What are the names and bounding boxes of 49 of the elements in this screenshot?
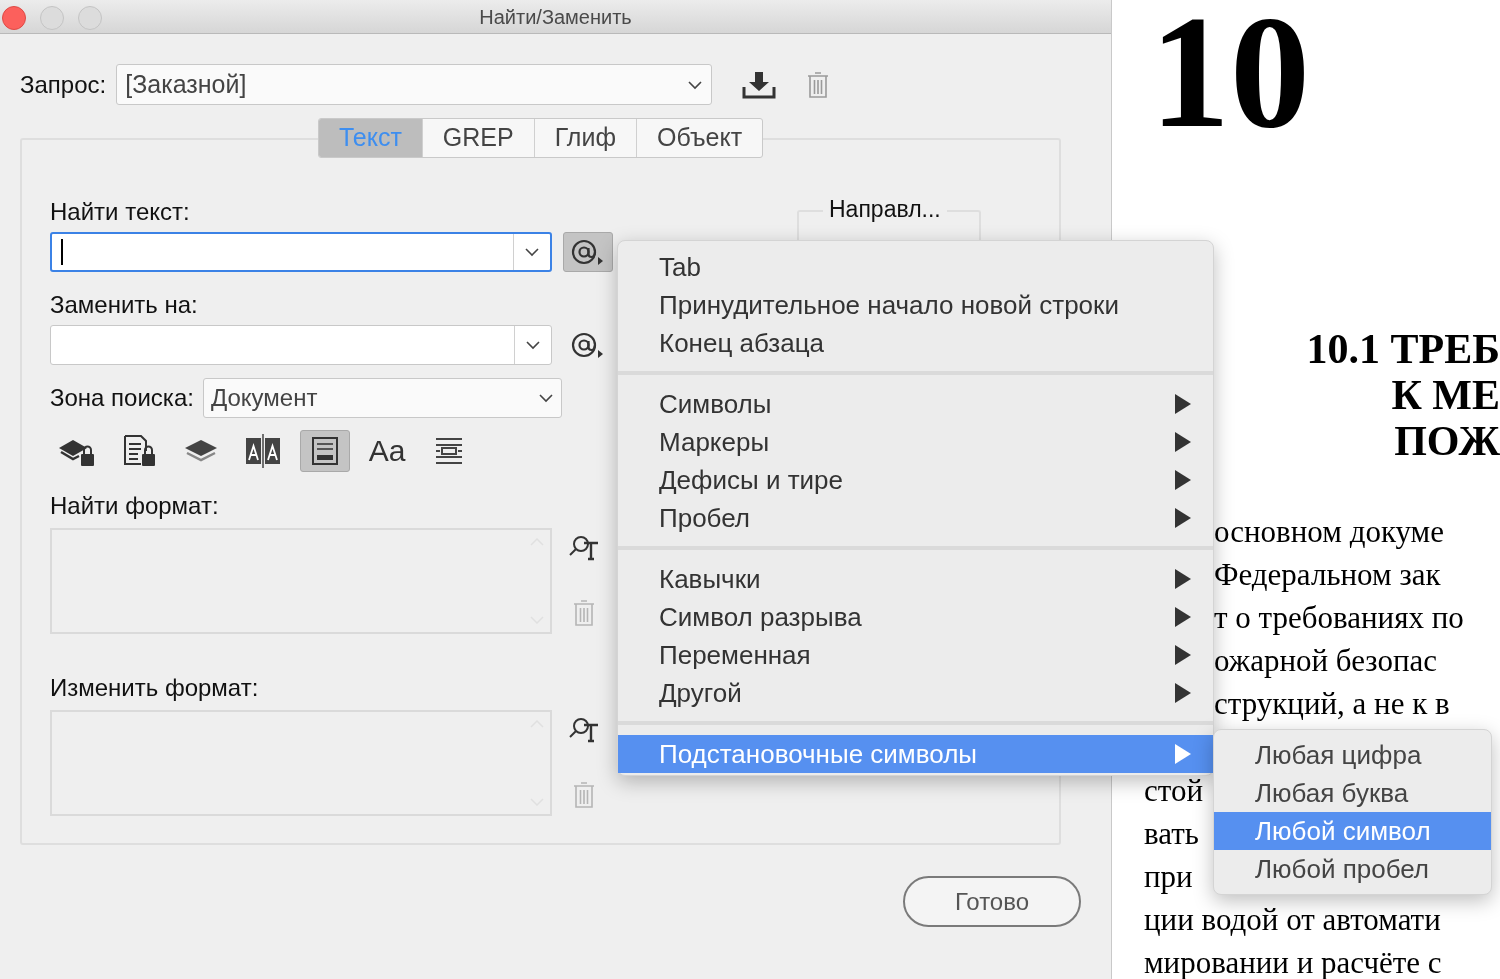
find-text-label: Найти текст:: [50, 197, 191, 227]
chevron-down-icon: [524, 247, 540, 257]
menu-item[interactable]: Маркеры: [618, 423, 1213, 461]
tab[interactable]: Объект: [635, 119, 763, 157]
submenu-item[interactable]: Любой пробел: [1214, 850, 1491, 888]
menu-item[interactable]: Символ разрыва: [618, 598, 1213, 636]
query-dropdown[interactable]: [Заказной]: [116, 64, 713, 105]
search-zone-label: Зона поиска:: [50, 383, 194, 413]
special-characters-button[interactable]: [563, 232, 613, 272]
download-icon[interactable]: [742, 70, 777, 99]
body-text-line: ции водой от автомати: [1143, 906, 1441, 934]
replace-text-field[interactable]: [50, 325, 552, 365]
menu-item[interactable]: Пробел: [618, 499, 1213, 537]
menu-item[interactable]: Символы: [618, 385, 1213, 423]
body-text-line: стой: [1143, 777, 1203, 805]
find-format-label: Найти формат:: [50, 491, 220, 521]
chevron-down-icon: [525, 340, 541, 350]
submenu-item[interactable]: Любая цифра: [1214, 736, 1491, 774]
magnifier-type-icon[interactable]: [568, 534, 600, 562]
menu-item[interactable]: Tab: [618, 248, 1213, 286]
section-heading: К МЕ: [1391, 372, 1500, 418]
body-text-line: вать: [1143, 820, 1199, 848]
done-button[interactable]: Готово: [903, 876, 1081, 927]
find-text-field[interactable]: [50, 232, 552, 272]
document-footnote-icon[interactable]: [300, 430, 350, 472]
menu-item[interactable]: Конец абзаца: [618, 324, 1213, 362]
text-cursor: [61, 239, 63, 265]
menu-item[interactable]: Кавычки: [618, 560, 1213, 598]
tab[interactable]: Глиф: [533, 119, 636, 157]
close-button[interactable]: [2, 6, 26, 30]
change-format-label: Изменить формат:: [50, 673, 260, 703]
body-text-line: мировании и расчёте с: [1143, 949, 1442, 977]
chevron-down-icon: [537, 393, 554, 403]
replace-text-label: Заменить на:: [50, 290, 199, 320]
window-title: Найти/Заменить: [479, 4, 632, 30]
chapter-number: 10: [1150, 0, 1310, 152]
query-label: Запрос:: [20, 69, 107, 100]
section-heading: ПОЖ: [1394, 418, 1500, 464]
tab[interactable]: GREP: [421, 119, 534, 157]
chevron-down-icon: [687, 79, 704, 90]
submenu-item[interactable]: Любая буква: [1214, 774, 1491, 812]
search-zone-dropdown[interactable]: Документ: [202, 378, 562, 418]
menu-item[interactable]: Дефисы и тире: [618, 461, 1213, 499]
menu-item[interactable]: Переменная: [618, 636, 1213, 674]
menu-item[interactable]: Другой: [618, 674, 1213, 712]
section-heading: 10.1 ТРЕБ: [1306, 326, 1500, 372]
magnifier-type-icon[interactable]: [568, 716, 600, 744]
menu-item[interactable]: Принудительное начало новой строки: [618, 286, 1213, 324]
case-sensitive-button[interactable]: Aa: [362, 430, 412, 472]
